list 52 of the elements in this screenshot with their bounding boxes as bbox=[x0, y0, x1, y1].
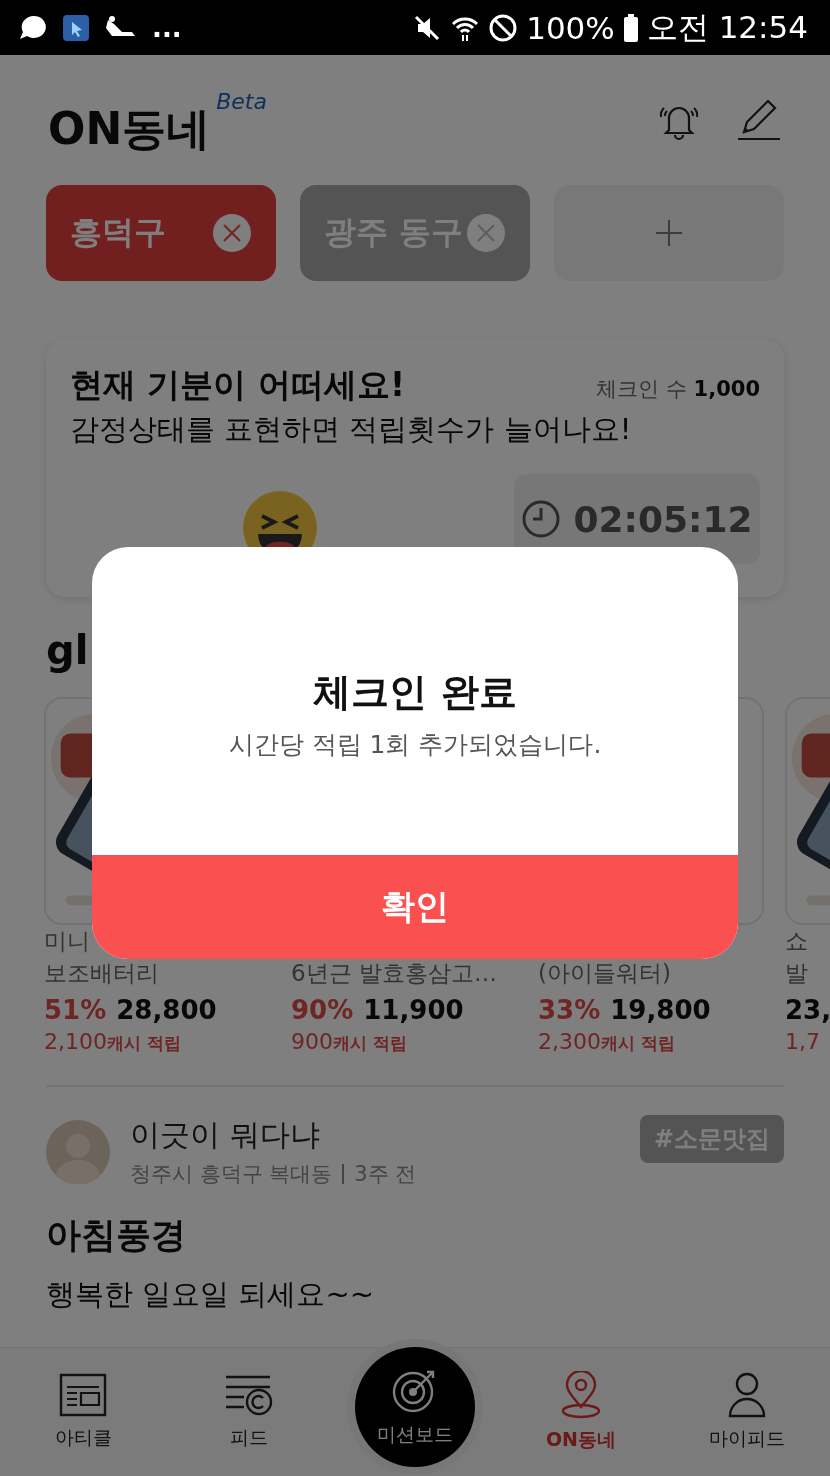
checkin-count: 체크인 수 1,000 bbox=[596, 376, 760, 403]
dialog-message: 시간당 적립 1회 추가되었습니다. bbox=[228, 729, 602, 761]
mood-title: 현재 기분이 어떠세요! bbox=[70, 364, 406, 406]
nav-tab[interactable]: ON동네 bbox=[521, 1371, 641, 1453]
plus-icon bbox=[654, 218, 684, 248]
product-name: 발 bbox=[785, 959, 809, 988]
product-price: 28,800 bbox=[116, 995, 217, 1025]
nav-tab[interactable]: 피드 bbox=[189, 1373, 309, 1451]
product-name: 보조배터리 bbox=[44, 959, 160, 988]
discount-rate: 33% bbox=[538, 995, 601, 1025]
feed-icon bbox=[224, 1373, 274, 1417]
product-price: 23, bbox=[785, 995, 830, 1025]
product-name: (아이들워터) bbox=[538, 959, 672, 988]
cash-reward: 900캐시 적립 bbox=[291, 1029, 408, 1055]
region-chip[interactable]: 흥덕구 bbox=[46, 185, 276, 281]
person-icon bbox=[727, 1372, 767, 1418]
discount-rate: 90% bbox=[291, 995, 354, 1025]
section-title: gl bbox=[46, 627, 90, 675]
post-title: 아침풍경 bbox=[46, 1214, 187, 1257]
post-body: 행복한 일요일 되세요~~ bbox=[46, 1276, 376, 1313]
product-price: 19,800 bbox=[610, 995, 711, 1025]
cash-reward: 1,7 bbox=[785, 1029, 821, 1054]
nav-tab[interactable]: 마이피드 bbox=[687, 1372, 807, 1452]
cash-reward: 2,300캐시 적립 bbox=[538, 1029, 676, 1055]
post-time: 3주 전 bbox=[354, 1161, 417, 1188]
mood-subtitle: 감정상태를 표현하면 적립횟수가 늘어나요! bbox=[70, 411, 633, 448]
beta-label: Beta bbox=[216, 89, 267, 114]
product-name: 미니 bbox=[44, 927, 91, 956]
app-icon bbox=[62, 13, 90, 42]
battery-icon bbox=[622, 12, 639, 43]
pencil-icon[interactable] bbox=[736, 98, 782, 142]
author-name: 이긋이 뭐다냐 bbox=[130, 1116, 321, 1154]
product-name: 6년근 발효홍삼고… bbox=[291, 959, 498, 988]
battery-percent: 100% bbox=[526, 9, 615, 46]
post-location: 청주시 흥덕구 복대동 bbox=[130, 1161, 333, 1188]
remove-icon[interactable] bbox=[212, 213, 252, 253]
product-price: 11,900 bbox=[363, 995, 464, 1025]
block-icon bbox=[488, 12, 519, 43]
confirm-button[interactable]: 확인 bbox=[92, 855, 738, 959]
app-title: ON동네 bbox=[48, 107, 211, 151]
article-icon bbox=[59, 1373, 107, 1417]
product-name: 쇼 bbox=[785, 927, 809, 956]
discount-rate: 51% bbox=[44, 995, 107, 1025]
dialog-title: 체크인 완료 bbox=[313, 669, 517, 716]
avatar bbox=[46, 1119, 110, 1184]
clock-icon bbox=[521, 499, 562, 539]
location-pin-icon bbox=[559, 1371, 603, 1419]
timer-text: 02:05:12 bbox=[573, 498, 753, 540]
nav-tab[interactable]: 아티클 bbox=[23, 1373, 143, 1451]
clock: 오전 12:54 bbox=[646, 7, 808, 47]
cash-reward: 2,100캐시 적립 bbox=[44, 1029, 182, 1055]
more-notifications: ... bbox=[152, 12, 182, 43]
